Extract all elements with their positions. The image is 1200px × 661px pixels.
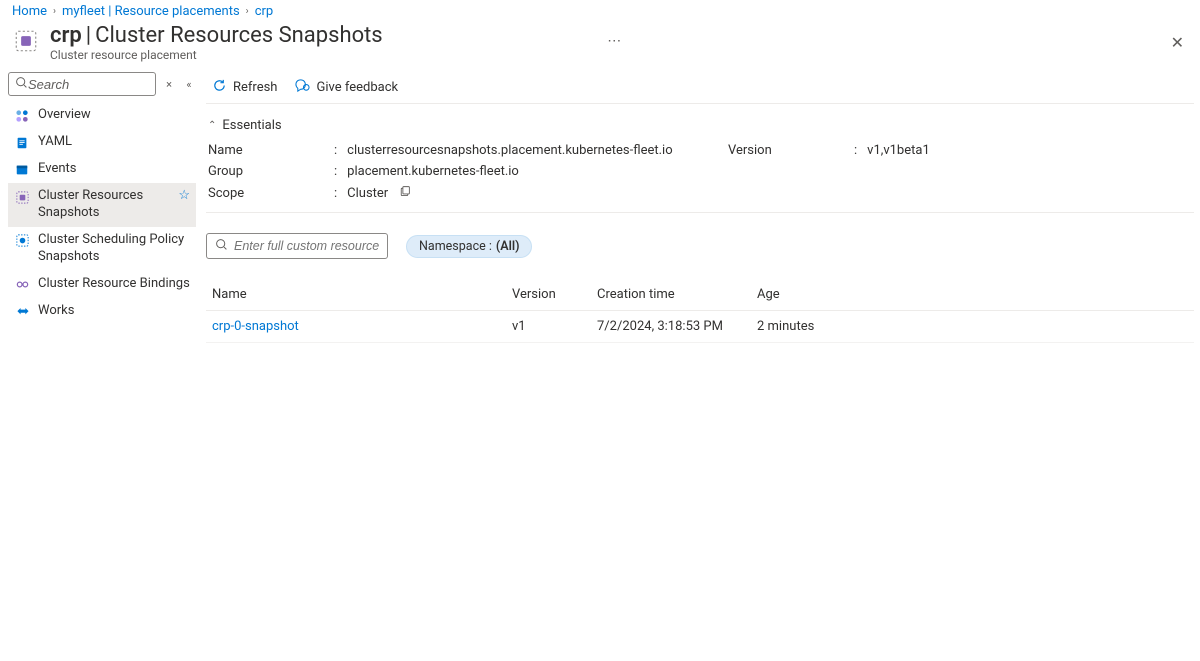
events-icon [14, 162, 30, 178]
feedback-label: Give feedback [316, 80, 398, 95]
chevron-right-icon: › [246, 6, 249, 17]
sidebar: × « Overview YAML Events [0, 72, 200, 661]
document-icon [14, 135, 30, 151]
essentials-group-value: placement.kubernetes-fleet.io [347, 164, 519, 179]
policy-icon [14, 233, 30, 249]
search-icon [15, 76, 28, 93]
page-header: crp | Cluster Resources Snapshots Cluste… [0, 21, 1200, 72]
column-header-name[interactable]: Name [206, 279, 506, 311]
breadcrumb-crp[interactable]: crp [255, 4, 274, 19]
column-header-age[interactable]: Age [751, 279, 1194, 311]
refresh-icon [212, 78, 227, 97]
main-content: Refresh Give feedback ⌃ Essentials Name … [200, 72, 1200, 661]
resource-search-input[interactable] [206, 233, 388, 259]
favorite-icon[interactable]: ☆ [178, 188, 190, 205]
filter-bar: Namespace : (All) [206, 213, 1194, 269]
sidebar-label-snapshots: Cluster Resources Snapshots [38, 188, 166, 222]
overview-icon [14, 108, 30, 124]
table-row[interactable]: crp-0-snapshot v1 7/2/2024, 3:18:53 PM 2… [206, 311, 1194, 343]
copy-icon[interactable] [398, 185, 411, 202]
resource-icon [12, 27, 40, 55]
essentials-version-label: Version [728, 143, 848, 158]
page-subtitle: Cluster resource placement [50, 48, 595, 62]
title-resource-name: crp [50, 23, 82, 48]
essentials-title: Essentials [222, 118, 281, 133]
works-icon [14, 304, 30, 320]
search-icon [215, 238, 228, 255]
chevron-right-icon: › [53, 6, 56, 17]
essentials-name-row: Name : clusterresourcesnapshots.placemen… [208, 143, 688, 158]
sidebar-item-events[interactable]: Events [8, 156, 196, 183]
sidebar-search-field[interactable] [28, 77, 149, 92]
sidebar-nav: Overview YAML Events Cluster Resources S… [8, 102, 196, 325]
title-page-name: Cluster Resources Snapshots [95, 23, 383, 48]
feedback-icon [295, 78, 310, 97]
sidebar-collapse-button[interactable]: « [182, 78, 196, 91]
refresh-button[interactable]: Refresh [212, 78, 277, 97]
cell-creation-time: 7/2/2024, 3:18:53 PM [591, 311, 751, 343]
cell-version: v1 [506, 311, 591, 343]
sidebar-label-yaml: YAML [38, 134, 190, 151]
essentials-version-row: Version : v1,v1beta1 [728, 143, 930, 158]
sidebar-item-works[interactable]: Works [8, 298, 196, 325]
essentials-version-value: v1,v1beta1 [867, 143, 930, 158]
sidebar-search-input[interactable] [8, 72, 156, 96]
essentials-group-row: Group : placement.kubernetes-fleet.io [208, 164, 688, 179]
cell-age: 2 minutes [751, 311, 1194, 343]
sidebar-label-events: Events [38, 161, 190, 178]
namespace-filter-value: (All) [496, 239, 520, 254]
sidebar-item-yaml[interactable]: YAML [8, 129, 196, 156]
essentials-scope-label: Scope [208, 186, 328, 201]
essentials-name-label: Name [208, 143, 328, 158]
give-feedback-button[interactable]: Give feedback [295, 78, 398, 97]
page-title: crp | Cluster Resources Snapshots [50, 23, 595, 48]
resource-link[interactable]: crp-0-snapshot [212, 319, 299, 334]
bindings-icon [14, 277, 30, 293]
sidebar-item-cluster-resources-snapshots[interactable]: Cluster Resources Snapshots ☆ [8, 183, 196, 227]
sidebar-label-overview: Overview [38, 107, 190, 124]
toolbar: Refresh Give feedback [206, 72, 1194, 104]
chevron-up-icon: ⌃ [208, 120, 216, 131]
namespace-filter-label: Namespace : [419, 239, 492, 254]
close-button[interactable]: ✕ [1167, 29, 1188, 56]
sidebar-label-works: Works [38, 303, 190, 320]
essentials-scope-row: Scope : Cluster [208, 185, 688, 202]
essentials-section: ⌃ Essentials Name : clusterresourcesnaps… [206, 104, 1194, 213]
sidebar-item-overview[interactable]: Overview [8, 102, 196, 129]
sidebar-pin-button[interactable]: × [162, 78, 176, 91]
essentials-name-value: clusterresourcesnapshots.placement.kuber… [347, 143, 672, 158]
resources-table: Name Version Creation time Age crp-0-sna… [206, 279, 1194, 343]
namespace-filter-pill[interactable]: Namespace : (All) [406, 235, 532, 258]
breadcrumb-fleet[interactable]: myfleet | Resource placements [62, 4, 240, 19]
column-header-version[interactable]: Version [506, 279, 591, 311]
sidebar-item-cluster-scheduling-policy-snapshots[interactable]: Cluster Scheduling Policy Snapshots [8, 227, 196, 271]
breadcrumb: Home › myfleet | Resource placements › c… [0, 0, 1200, 21]
resource-search-field[interactable] [234, 239, 379, 253]
sidebar-label-policy-snapshots: Cluster Scheduling Policy Snapshots [38, 232, 190, 266]
more-actions-button[interactable]: ⋯ [607, 33, 621, 49]
refresh-label: Refresh [233, 80, 277, 95]
column-header-creation-time[interactable]: Creation time [591, 279, 751, 311]
essentials-group-label: Group [208, 164, 328, 179]
sidebar-item-cluster-resource-bindings[interactable]: Cluster Resource Bindings [8, 271, 196, 298]
essentials-scope-value: Cluster [347, 186, 388, 201]
sidebar-label-bindings: Cluster Resource Bindings [38, 276, 190, 293]
snapshot-icon [14, 189, 30, 205]
essentials-toggle[interactable]: ⌃ Essentials [206, 118, 1194, 133]
breadcrumb-home[interactable]: Home [12, 4, 47, 19]
title-separator: | [86, 23, 91, 48]
